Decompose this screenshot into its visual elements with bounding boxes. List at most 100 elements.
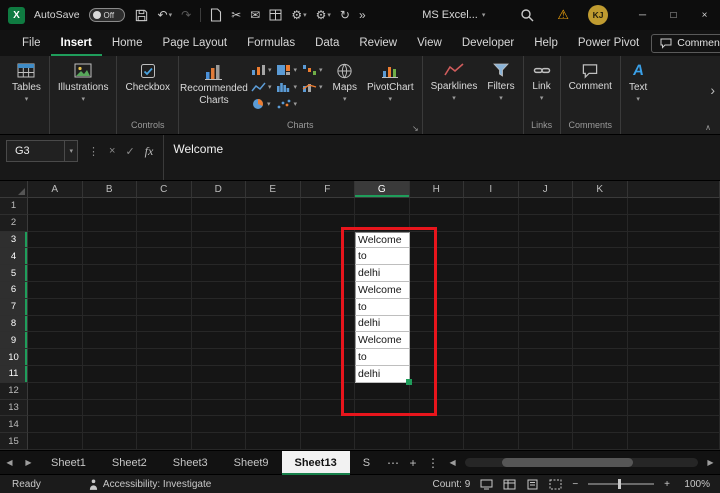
cell-h9[interactable] (410, 332, 465, 349)
sheet-tab-sheet2[interactable]: Sheet2 (99, 451, 160, 475)
sheet-tab-s[interactable]: S (350, 451, 383, 475)
cell-f1[interactable] (301, 198, 356, 215)
column-header-g[interactable]: G (355, 181, 410, 198)
line-chart-button[interactable]: ▾ (251, 79, 272, 94)
cell-c1[interactable] (137, 198, 192, 215)
cell-i8[interactable] (464, 316, 519, 333)
cell-d1[interactable] (192, 198, 247, 215)
cell-e1[interactable] (246, 198, 301, 215)
cell-b1[interactable] (83, 198, 138, 215)
tab-view[interactable]: View (407, 30, 452, 56)
cell-a10[interactable] (28, 349, 83, 366)
cell-f14[interactable] (301, 416, 356, 433)
cell-b6[interactable] (83, 282, 138, 299)
cell-k3[interactable] (573, 232, 628, 249)
cell-k11[interactable] (573, 366, 628, 383)
comment-button[interactable]: Comment (564, 58, 617, 93)
sheet-options-button[interactable]: ⋮ (423, 456, 443, 470)
cell-j8[interactable] (519, 316, 574, 333)
cell-h14[interactable] (410, 416, 465, 433)
cell-b4[interactable] (83, 248, 138, 265)
name-box[interactable]: G3 ▾ (6, 140, 78, 162)
cell-d7[interactable] (192, 299, 247, 316)
cell-h1[interactable] (410, 198, 465, 215)
cell-f9[interactable] (301, 332, 356, 349)
cell-j15[interactable] (519, 433, 574, 450)
cell-h2[interactable] (410, 215, 465, 232)
column-chart-button[interactable]: ▾ (251, 62, 272, 77)
pie-chart-button[interactable]: ▾ (251, 96, 272, 111)
cell-a3[interactable] (28, 232, 83, 249)
illustrations-button[interactable]: Illustrations ▾ (53, 58, 114, 104)
cell-i13[interactable] (464, 400, 519, 417)
sparklines-button[interactable]: Sparklines ▾ (426, 58, 483, 103)
cell-c5[interactable] (137, 265, 192, 282)
zoom-slider[interactable] (588, 483, 654, 485)
cell-g11[interactable]: delhi (355, 366, 410, 383)
cell-c11[interactable] (137, 366, 192, 383)
tab-insert[interactable]: Insert (51, 30, 102, 56)
cell-f8[interactable] (301, 316, 356, 333)
save-button[interactable] (134, 8, 149, 23)
cell-e5[interactable] (246, 265, 301, 282)
text-button[interactable]: A Text ▾ (624, 58, 652, 104)
cell-c8[interactable] (137, 316, 192, 333)
waterfall-chart-button[interactable]: ▾ (302, 62, 323, 77)
avatar[interactable]: KJ (588, 5, 608, 25)
cell-e11[interactable] (246, 366, 301, 383)
cell-h3[interactable] (410, 232, 465, 249)
cell-i3[interactable] (464, 232, 519, 249)
tab-review[interactable]: Review (349, 30, 407, 56)
previous-sheet-button[interactable]: ◀ (0, 458, 19, 467)
cell-h13[interactable] (410, 400, 465, 417)
zoom-level[interactable]: 100% (680, 479, 710, 490)
tab-formulas[interactable]: Formulas (237, 30, 305, 56)
cut-button[interactable]: ✂ (231, 8, 241, 22)
normal-view-button[interactable] (503, 479, 516, 490)
cell-d4[interactable] (192, 248, 247, 265)
cell-a2[interactable] (28, 215, 83, 232)
cell-g6[interactable]: Welcome (355, 282, 410, 299)
search-button[interactable] (520, 8, 534, 22)
cell-k7[interactable] (573, 299, 628, 316)
cell-a9[interactable] (28, 332, 83, 349)
tab-developer[interactable]: Developer (452, 30, 524, 56)
tab-data[interactable]: Data (305, 30, 349, 56)
add-sheet-button[interactable]: + (403, 456, 423, 470)
scrollbar-thumb[interactable] (502, 458, 632, 467)
mail-button[interactable]: ✉ (250, 8, 260, 22)
undo-button[interactable]: ↶ ▾ (158, 8, 173, 22)
column-header-a[interactable]: A (28, 181, 83, 198)
cell-d2[interactable] (192, 215, 247, 232)
cell-g12[interactable] (355, 383, 410, 400)
cell-i2[interactable] (464, 215, 519, 232)
cell-d6[interactable] (192, 282, 247, 299)
cell-i9[interactable] (464, 332, 519, 349)
cell-b12[interactable] (83, 383, 138, 400)
row-header-7[interactable]: 7 (0, 299, 28, 316)
sheet-tab-sheet3[interactable]: Sheet3 (160, 451, 221, 475)
cell-d3[interactable] (192, 232, 247, 249)
cell-a4[interactable] (28, 248, 83, 265)
cell-g2[interactable] (355, 215, 410, 232)
tools-button[interactable]: ⚙ ▾ (316, 8, 331, 22)
cell-e3[interactable] (246, 232, 301, 249)
cell-f2[interactable] (301, 215, 356, 232)
cell-d8[interactable] (192, 316, 247, 333)
cell-g9[interactable]: Welcome (355, 332, 410, 349)
cell-f5[interactable] (301, 265, 356, 282)
cell-h6[interactable] (410, 282, 465, 299)
column-header-k[interactable]: K (573, 181, 628, 198)
cell-c6[interactable] (137, 282, 192, 299)
cell-c3[interactable] (137, 232, 192, 249)
row-header-1[interactable]: 1 (0, 198, 28, 215)
cell-i15[interactable] (464, 433, 519, 450)
cell-a7[interactable] (28, 299, 83, 316)
cell-j2[interactable] (519, 215, 574, 232)
more-commands-button[interactable]: » (359, 8, 366, 22)
cell-j3[interactable] (519, 232, 574, 249)
cell-e2[interactable] (246, 215, 301, 232)
cell-i6[interactable] (464, 282, 519, 299)
cell-d10[interactable] (192, 349, 247, 366)
ribbon-overflow-button[interactable]: › (710, 82, 715, 98)
